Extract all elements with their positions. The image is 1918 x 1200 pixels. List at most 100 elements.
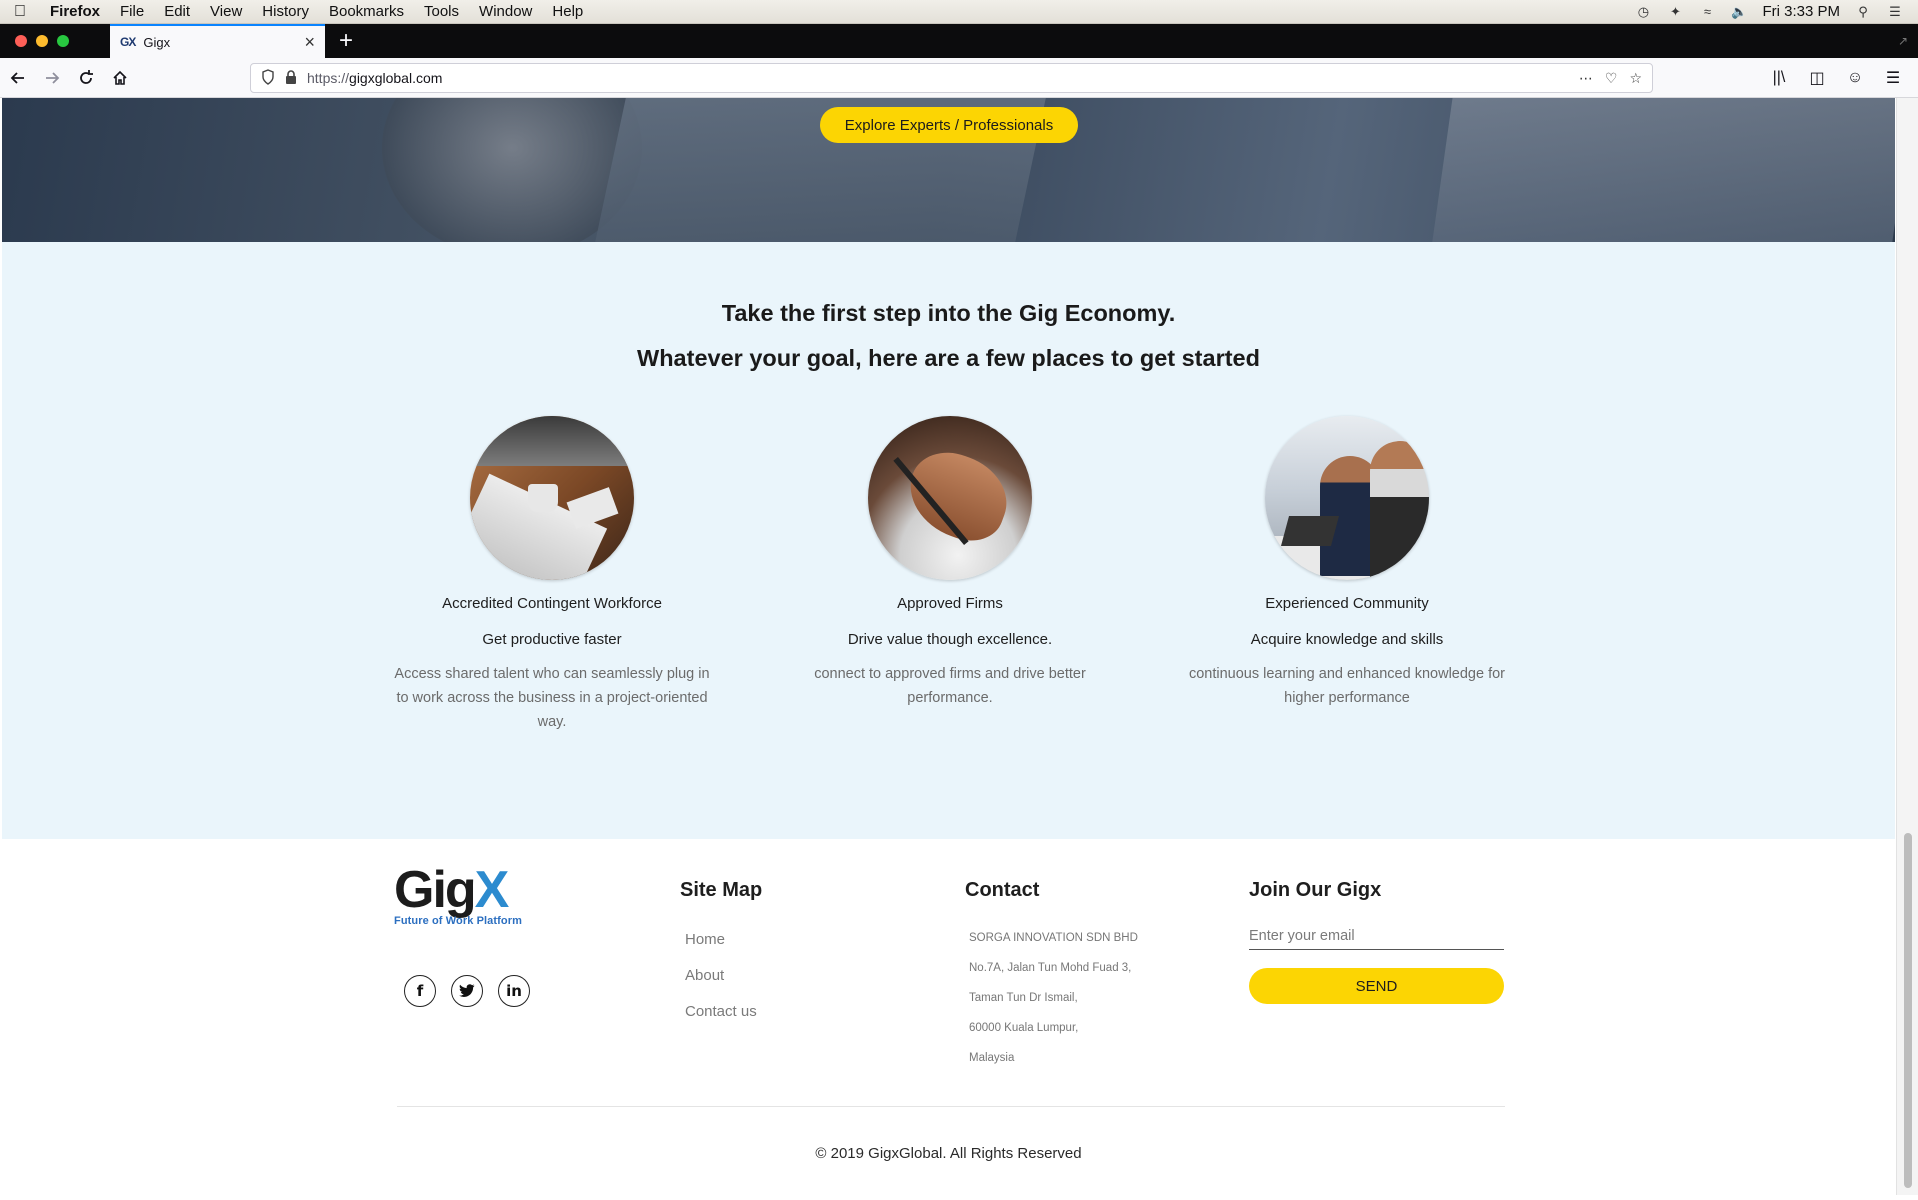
zoom-window-button[interactable] (57, 35, 69, 47)
menu-window[interactable]: Window (469, 3, 542, 20)
get-started-section: Take the first step into the Gig Economy… (2, 242, 1895, 839)
contact-address: SORGA INNOVATION SDN BHD No.7A, Jalan Tu… (969, 931, 1138, 1081)
tab-title: Gigx (143, 34, 171, 50)
apple-icon[interactable]:  (0, 3, 40, 21)
reload-icon[interactable] (70, 62, 102, 94)
signing-document-photo (868, 416, 1032, 580)
logo-gig-text: Gig (394, 861, 477, 919)
menu-edit[interactable]: Edit (154, 3, 200, 20)
pocket-icon[interactable]: ♡ (1605, 70, 1618, 87)
spotlight-search-icon[interactable]: ⚲ (1854, 4, 1872, 20)
photo-shape (566, 487, 619, 529)
menu-bookmarks[interactable]: Bookmarks (319, 3, 414, 20)
address-line: 60000 Kuala Lumpur, (969, 1022, 1079, 1034)
card-description: continuous learning and enhanced knowled… (1188, 666, 1505, 706)
logo-x-text: X (474, 861, 510, 919)
padlock-icon[interactable] (285, 69, 297, 87)
send-button[interactable]: SEND (1249, 968, 1504, 1004)
page-actions-more-icon[interactable]: ⋯ (1579, 70, 1593, 87)
minimize-window-button[interactable] (36, 35, 48, 47)
tracking-protection-shield-icon[interactable] (261, 68, 275, 88)
time-machine-icon[interactable]: ◷ (1634, 4, 1652, 20)
account-icon[interactable]: ☺ (1844, 64, 1866, 92)
menubar-status-area: ◷ ✦ ≈ 🔈 Fri 3:33 PM ⚲ ☰ (1634, 3, 1918, 20)
tab-gigx[interactable]: GX Gigx × (110, 24, 325, 58)
card-description: Access shared talent who can seamlessly … (394, 666, 710, 730)
contact-heading: Contact (965, 879, 1040, 901)
photo-shape (1280, 516, 1340, 546)
card-subtitle: Get productive faster (482, 631, 622, 648)
address-line: SORGA INNOVATION SDN BHD (969, 932, 1138, 944)
card-title: Accredited Contingent Workforce (442, 595, 662, 612)
hamburger-menu-icon[interactable]: ☰ (1882, 64, 1904, 92)
gigx-favicon-icon: GX (120, 35, 136, 49)
address-line: No.7A, Jalan Tun Mohd Fuad 3, (969, 962, 1132, 974)
copyright-text: © 2019 GigxGlobal. All Rights Reserved (815, 1145, 1082, 1162)
home-icon[interactable] (104, 62, 136, 94)
menubar-clock[interactable]: Fri 3:33 PM (1762, 3, 1840, 20)
menu-view[interactable]: View (200, 3, 252, 20)
menu-file[interactable]: File (110, 3, 154, 20)
menu-help[interactable]: Help (542, 3, 593, 20)
logo-wordmark: GigX (394, 864, 534, 916)
logo-tagline: Future of Work Platform (394, 915, 522, 927)
address-line: Taman Tun Dr Ismail, (969, 992, 1078, 1004)
library-icon[interactable]: ||\ (1768, 64, 1790, 92)
wifi-icon[interactable]: ≈ (1698, 4, 1716, 20)
feature-card-workforce: Accredited Contingent Workforce Get prod… (372, 416, 732, 734)
hero-image-shape (1428, 98, 1895, 242)
address-line: Malaysia (969, 1052, 1015, 1064)
menu-app-firefox[interactable]: Firefox (40, 3, 110, 20)
card-subtitle: Drive value though excellence. (847, 631, 1053, 648)
sidebar-icon[interactable]: ◫ (1806, 64, 1828, 92)
linkedin-icon[interactable]: in (498, 975, 530, 1007)
join-heading: Join Our Gigx (1249, 879, 1382, 901)
new-tab-plus-icon[interactable]: + (325, 29, 353, 53)
card-title: Experienced Community (1265, 595, 1429, 612)
explore-experts-button[interactable]: Explore Experts / Professionals (820, 107, 1078, 143)
urlbar-actions: ⋯ ♡ ☆ (1579, 70, 1652, 87)
business-meeting-photo (1265, 416, 1429, 580)
browser-navbar: https://gigxglobal.com ⋯ ♡ ☆ ||\ ◫ ☺ ☰ (0, 58, 1918, 98)
browser-tabbar: GX Gigx × + ↗ (0, 24, 1918, 58)
facebook-icon[interactable]: f (404, 975, 436, 1007)
menu-tools[interactable]: Tools (414, 3, 469, 20)
macos-menubar:  Firefox File Edit View History Bookmar… (0, 0, 1918, 24)
menu-history[interactable]: History (252, 3, 319, 20)
section-subtitle: Whatever your goal, here are a few place… (637, 345, 1260, 371)
fullscreen-icon[interactable]: ↗ (1898, 34, 1908, 48)
bluetooth-icon[interactable]: ✦ (1666, 4, 1684, 20)
photo-shape (470, 416, 634, 466)
footer-link-about[interactable]: About (685, 967, 757, 1003)
card-title: Approved Firms (897, 595, 1003, 612)
back-arrow-icon[interactable] (2, 62, 34, 94)
sitemap-heading: Site Map (680, 879, 763, 901)
feature-card-community: Experienced Community Acquire knowledge … (1167, 416, 1527, 710)
footer-divider (397, 1106, 1505, 1107)
page-viewport: Explore Experts / Professionals Take the… (2, 98, 1895, 1195)
page-scrollbar[interactable] (1896, 98, 1918, 1195)
close-tab-icon[interactable]: × (304, 33, 315, 51)
url-bar[interactable]: https://gigxglobal.com ⋯ ♡ ☆ (250, 63, 1653, 93)
photo-shape (1370, 441, 1429, 580)
volume-icon[interactable]: 🔈 (1730, 4, 1748, 20)
scrollbar-thumb[interactable] (1904, 833, 1912, 1188)
twitter-icon[interactable] (451, 975, 483, 1007)
section-title: Take the first step into the Gig Economy… (721, 300, 1176, 326)
url-text[interactable]: https://gigxglobal.com (307, 70, 1569, 86)
card-description: connect to approved firms and drive bett… (814, 666, 1086, 706)
close-window-button[interactable] (15, 35, 27, 47)
gigx-logo[interactable]: GigX Future of Work Platform (394, 864, 534, 927)
footer-link-contact-us[interactable]: Contact us (685, 1003, 757, 1039)
bookmark-star-icon[interactable]: ☆ (1629, 70, 1642, 87)
feature-card-firms: Approved Firms Drive value though excell… (770, 416, 1130, 710)
footer-link-home[interactable]: Home (685, 931, 757, 967)
email-input[interactable] (1249, 922, 1504, 950)
photo-shape (528, 484, 558, 512)
workspace-desk-photo (470, 416, 634, 580)
notification-center-icon[interactable]: ☰ (1886, 4, 1904, 20)
toolbar-right-icons: ||\ ◫ ☺ ☰ (1768, 64, 1904, 92)
forward-arrow-icon[interactable] (36, 62, 68, 94)
social-links: f in (404, 975, 530, 1007)
window-controls (0, 35, 110, 47)
